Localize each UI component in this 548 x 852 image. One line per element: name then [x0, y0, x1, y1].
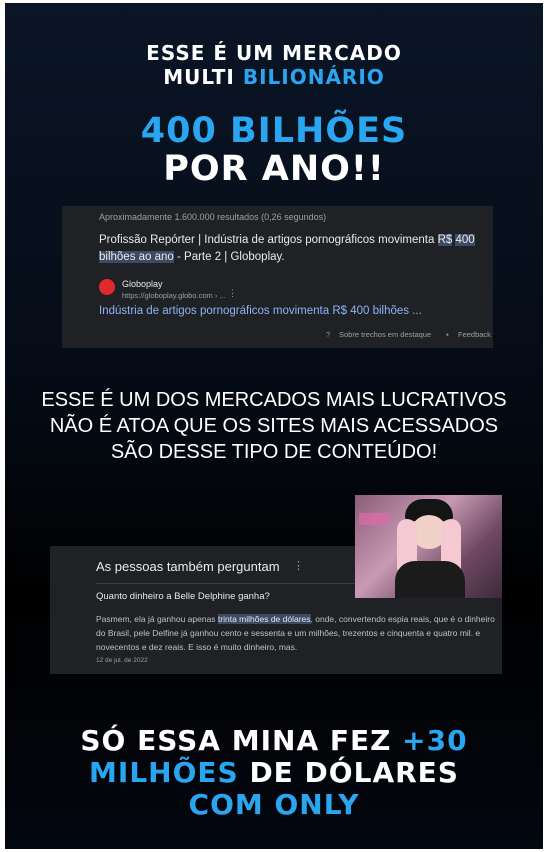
headline-line1-text: ESSE É UM MERCADO: [146, 41, 402, 65]
featured-help-icon[interactable]: ?: [326, 330, 330, 339]
bottom-line2-text: DE DÓLARES: [249, 756, 459, 789]
snippet-post: - Parte 2 | Globoplay.: [173, 251, 285, 263]
paa-date: 12 de jul. de 2022: [96, 657, 148, 664]
site-url: https://globoplay.globo.com › ...: [122, 291, 226, 300]
poster: ESSE É UM MERCADO MULTI BILIONÁRIO 400 B…: [5, 3, 543, 849]
paa-answer-pre: Pasmem, ela já ganhou apenas: [96, 614, 218, 624]
photo-body: [395, 561, 465, 598]
snippet-text: Profissão Repórter | Indústria de artigo…: [99, 232, 484, 266]
paa-more-icon[interactable]: ⋮: [293, 559, 304, 572]
headline-line1: ESSE É UM MERCADO: [5, 41, 543, 65]
result-link[interactable]: Indústria de artigos pornográficos movim…: [99, 305, 422, 317]
paa-question[interactable]: Quanto dinheiro a Belle Delphine ganha?: [96, 591, 270, 602]
search-result-card: Aproximadamente 1.600.000 resultados (0,…: [62, 206, 493, 348]
middle-line1: ESSE É UM DOS MERCADOS MAIS LUCRATIVOS: [41, 389, 507, 411]
headline-por-ano: POR ANO!!: [163, 149, 385, 189]
bottom-line1-text: SÓ ESSA MINA FEZ: [80, 724, 392, 757]
globoplay-logo-icon: [99, 279, 115, 295]
webcam-photo: [355, 495, 502, 598]
feedback-icon[interactable]: ▪: [446, 330, 449, 339]
featured-snippets-link[interactable]: Sobre trechos em destaque: [339, 330, 431, 339]
bottom-line1-plus30: +30: [402, 724, 468, 757]
bottom-line3: COM ONLY: [188, 788, 360, 821]
bottom-line2-milhoes: MILHÕES: [89, 756, 239, 789]
feedback-link[interactable]: Feedback: [458, 330, 491, 339]
snippet-pre: Profissão Repórter | Indústria de artigo…: [99, 234, 438, 246]
middle-line3: SÃO DESSE TIPO DE CONTEÚDO!: [110, 441, 438, 463]
headline-line2: MULTI BILIONÁRIO: [5, 65, 543, 89]
headline-400-bilhoes: 400 BILHÕES: [140, 111, 408, 151]
paa-answer-highlight: trinta milhões de dólares: [217, 614, 311, 624]
paa-title: As pessoas também perguntam: [96, 559, 280, 574]
paa-answer: Pasmem, ela já ganhou apenas trinta milh…: [96, 612, 496, 654]
bottom-line2: MILHÕES DE DÓLARES: [5, 757, 543, 789]
headline-line2-multi: MULTI: [163, 65, 235, 89]
headline-line2-bilionario: BILIONÁRIO: [242, 65, 385, 89]
more-options-icon[interactable]: ⋮: [228, 288, 237, 299]
photo-background-light: [359, 513, 389, 525]
middle-line2: NÃO É ATOA QUE OS SITES MAIS ACESSADOS: [49, 415, 499, 437]
snippet-highlight-1: R$: [437, 234, 453, 246]
site-name: Globoplay: [122, 279, 163, 289]
result-stats: Aproximadamente 1.600.000 resultados (0,…: [99, 212, 327, 222]
headline-market: ESSE É UM MERCADO MULTI BILIONÁRIO: [5, 41, 543, 89]
bottom-line1: SÓ ESSA MINA FEZ +30: [5, 725, 543, 757]
